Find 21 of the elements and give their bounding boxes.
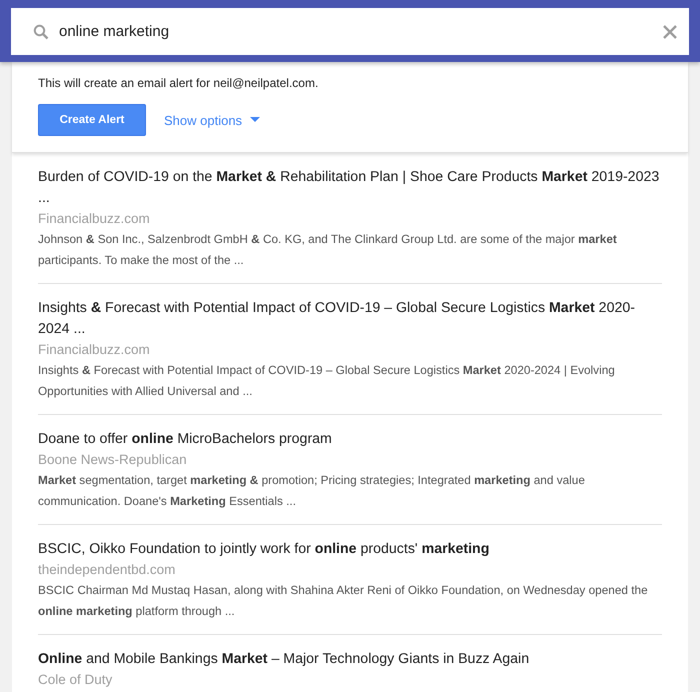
result-title-link[interactable]: Insights & Forecast with Potential Impact of COVID-19 – Global Secure Logistics Market 2020-2024 ... [38, 298, 662, 340]
result-title-link[interactable]: Online and Mobile Bankings Market – Major Technology Giants in Buzz Again [38, 649, 662, 670]
result-snippet: Market segmentation, target marketing & promotion; Pricing strategies; Integrated marketing and value communication. Doane's Marketing Essentials ... [38, 472, 586, 510]
result-source: Financialbuzz.com [38, 211, 151, 226]
result-snippet: Johnson & Son Inc., Salzenbrodt GmbH & Co. KG, and The Clinkard Group Ltd. are some of the major market participants. To make the most of the ... [38, 231, 618, 269]
close-icon[interactable] [663, 24, 677, 38]
result-snippet: Insights & Forecast with Potential Impact of COVID-19 – Global Secure Logistics Market 2020-2024 | Evolving Opportunities with Allied Universal and ... [38, 362, 616, 400]
result-source: Cole of Duty [38, 672, 114, 687]
result-source: Boone News-Republican [38, 452, 188, 467]
result-snippet: BSCIC Chairman Md Mustaq Hasan, along with Shahina Akter Reni of Oikko Foundation, on Wednesday opened the online marketing platform through ... [38, 582, 649, 620]
result-source: Financialbuzz.com [38, 342, 151, 357]
result-title-link[interactable]: BSCIC, Oikko Foundation to jointly work for online products' marketing [38, 539, 662, 560]
result-source: theindependentbd.com [38, 562, 176, 577]
show-options-link[interactable]: Show options [164, 112, 260, 128]
result-title-link[interactable]: Doane to offer online MicroBachelors program [38, 429, 662, 450]
search-field[interactable]: online marketing [57, 22, 663, 41]
search-icon [33, 24, 49, 40]
result-title-link[interactable]: Burden of COVID-19 on the Market & Rehabilitation Plan | Shoe Care Products Market 2019-2023 ... [38, 167, 662, 209]
search-bar[interactable]: online marketing [11, 8, 689, 55]
caret-icon [250, 117, 260, 123]
alert-message: This will create an email alert for neil@neilpatel.com. [38, 76, 320, 90]
